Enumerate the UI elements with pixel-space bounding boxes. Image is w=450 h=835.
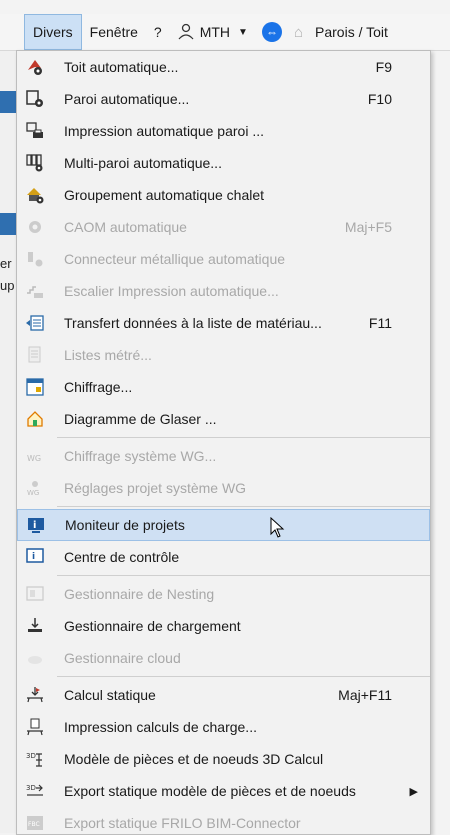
separator (57, 506, 430, 507)
menu-item-centre-de-controle[interactable]: i Centre de contrôle (17, 541, 430, 573)
menu-fenetre[interactable]: Fenêtre (82, 14, 146, 50)
background-window-strip: er up (0, 51, 16, 833)
multi-wall-gear-icon (26, 154, 43, 172)
menu-help[interactable]: ? (146, 14, 170, 50)
menu-item-chiffrage[interactable]: Chiffrage... (17, 371, 430, 403)
menu-item-transfert-donnees-liste-materiau[interactable]: Transfert données à la liste de matériau… (17, 307, 430, 339)
wall-print-icon (26, 122, 43, 138)
menu-item-groupement-automatique-chalet[interactable]: Groupement automatique chalet (17, 179, 430, 211)
svg-text:WG: WG (27, 454, 41, 463)
nesting-icon (26, 586, 44, 601)
menu-divers[interactable]: Divers (24, 14, 82, 50)
menu-item-gestionnaire-de-nesting[interactable]: Gestionnaire de Nesting (17, 578, 430, 610)
background-text: up (0, 278, 15, 293)
static-calc-icon (27, 687, 43, 703)
background-text: er (0, 256, 12, 271)
menu-item-gestionnaire-cloud[interactable]: Gestionnaire cloud (17, 642, 430, 674)
3d-export-icon: 3D (26, 784, 43, 796)
menu-item-impression-automatique-paroi[interactable]: Impression automatique paroi ... (17, 115, 430, 147)
menu-item-calcul-statique[interactable]: Calcul statique Maj+F11 (17, 679, 430, 711)
frilo-bim-icon: FBC (27, 816, 43, 830)
menu-item-escalier-impression-automatique[interactable]: Escalier Impression automatique... (17, 275, 430, 307)
menu-item-multi-paroi-automatique[interactable]: Multi-paroi automatique... (17, 147, 430, 179)
menubar: Divers Fenêtre ? MTH ▼ ⇔ ⌂ Parois / Toit (0, 14, 450, 51)
menu-item-diagramme-de-glaser[interactable]: Diagramme de Glaser ... (17, 403, 430, 435)
menu-item-gestionnaire-de-chargement[interactable]: Gestionnaire de chargement (17, 610, 430, 642)
user-icon (178, 23, 194, 40)
user-name: MTH (199, 24, 231, 40)
menu-item-connecteur-metallique-automatique[interactable]: Connecteur métallique automatique (17, 243, 430, 275)
document-list-icon (28, 346, 41, 363)
submenu-arrow-icon: ▶ (409, 785, 418, 798)
load-print-icon (27, 718, 43, 736)
breadcrumb: Parois / Toit (315, 24, 388, 40)
cloud-icon (28, 656, 42, 664)
svg-text:i: i (32, 552, 35, 562)
wg-icon: WG (27, 454, 41, 463)
menu-item-moniteur-de-projets[interactable]: i Moniteur de projets (17, 509, 430, 541)
separator (57, 575, 430, 576)
menu-item-export-statique-modele[interactable]: 3D Export statique modèle de pièces et d… (17, 775, 430, 807)
roof-gear-icon (28, 60, 42, 75)
divers-dropdown-menu: Toit automatique... F9 Paroi automatique… (16, 50, 431, 835)
3d-model-icon: 3D (26, 752, 42, 767)
mouse-cursor-icon (270, 517, 285, 538)
chalet-gear-icon (27, 188, 44, 204)
monitor-info-icon: i (28, 518, 44, 533)
stairs-print-icon (27, 286, 43, 298)
svg-text:i: i (33, 520, 36, 531)
svg-text:3D: 3D (26, 784, 36, 792)
house-diagram-icon (27, 411, 43, 427)
svg-text:FBC: FBC (28, 821, 40, 828)
menu-item-toit-automatique[interactable]: Toit automatique... F9 (17, 51, 430, 83)
menu-item-caom-automatique[interactable]: CAOM automatique Maj+F5 (17, 211, 430, 243)
menu-item-listes-metre[interactable]: Listes métré... (17, 339, 430, 371)
home-icon[interactable]: ⌂ (294, 24, 303, 41)
teamviewer-icon[interactable]: ⇔ (261, 22, 282, 42)
menu-item-impression-calculs-de-charge[interactable]: Impression calculs de charge... (17, 711, 430, 743)
menu-item-reglages-projet-systeme-wg[interactable]: WG Réglages projet système WG (17, 472, 430, 504)
caom-gear-icon (29, 221, 41, 233)
selected-row-highlight (0, 91, 16, 113)
menu-item-paroi-automatique[interactable]: Paroi automatique... F10 (17, 83, 430, 115)
user-menu[interactable]: MTH ▼ (170, 23, 256, 41)
list-transfer-icon (26, 315, 44, 331)
connector-gear-icon (28, 252, 43, 267)
menu-item-chiffrage-systeme-wg[interactable]: WG Chiffrage système WG... (17, 440, 430, 472)
calculator-table-icon (26, 378, 44, 396)
wg-settings-icon: WG (27, 481, 39, 497)
menu-item-export-statique-frilo-bim[interactable]: FBC Export statique FRILO BIM-Connector (17, 807, 430, 834)
wall-gear-icon (26, 90, 43, 107)
chevron-down-icon: ▼ (238, 26, 248, 38)
separator (57, 437, 430, 438)
selected-row-highlight (0, 213, 16, 235)
control-center-icon: i (26, 548, 44, 563)
menu-item-modele-pieces-noeuds-3d-calcul[interactable]: 3D Modèle de pièces et de noeuds 3D Calc… (17, 743, 430, 775)
svg-text:3D: 3D (26, 752, 36, 760)
svg-text:WG: WG (27, 489, 39, 497)
loading-icon (28, 618, 42, 632)
separator (57, 676, 430, 677)
